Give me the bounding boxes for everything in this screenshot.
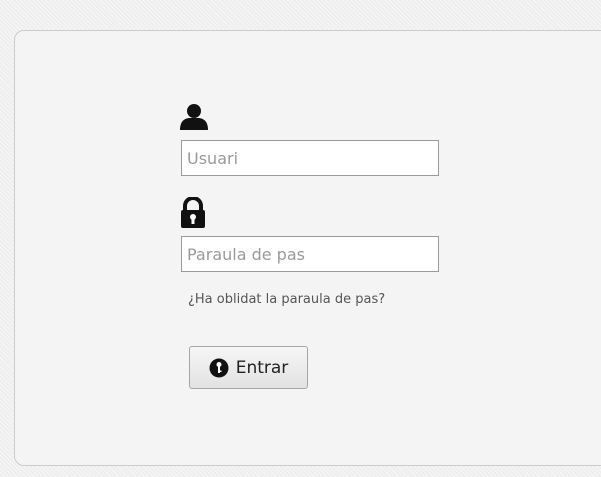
- key-icon: [209, 358, 229, 377]
- login-button[interactable]: Entrar: [189, 346, 308, 389]
- login-button-label: Entrar: [235, 357, 289, 378]
- password-field[interactable]: [181, 236, 439, 272]
- forgot-password-link[interactable]: ¿Ha oblidat la paraula de pas?: [188, 292, 385, 307]
- lock-icon: [181, 197, 205, 228]
- username-field[interactable]: [181, 140, 439, 176]
- user-icon: [180, 104, 208, 130]
